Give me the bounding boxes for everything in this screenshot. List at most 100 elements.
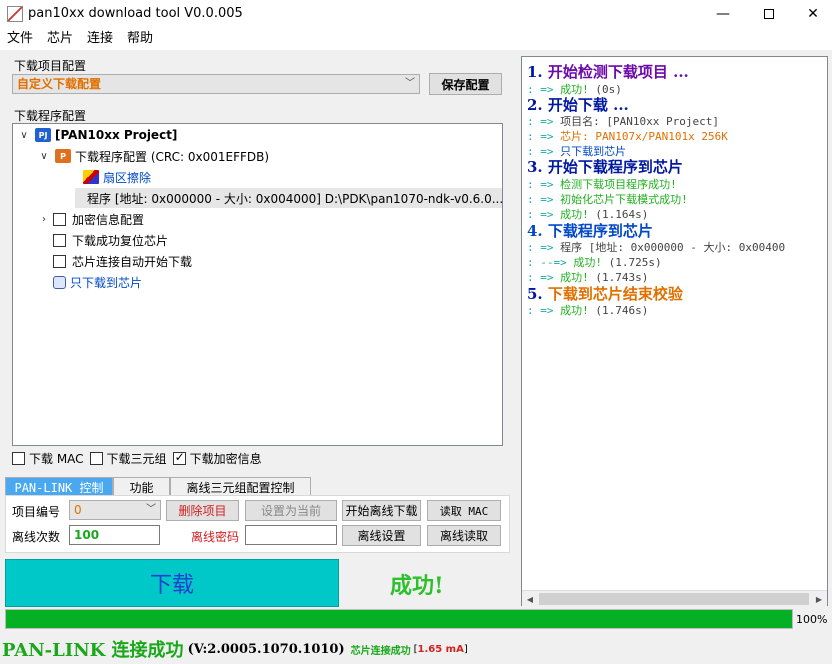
download-encrypt-label: 下载加密信息 [189, 452, 262, 466]
tree-only-chip[interactable]: 只下载到芯片 [53, 272, 142, 292]
expand-icon[interactable]: › [37, 214, 51, 225]
download-mac-checkbox[interactable] [12, 452, 25, 465]
maximize-icon [764, 9, 774, 19]
download-options: 下载 MAC 下载三元组 下载加密信息 [12, 450, 268, 467]
menu-connect[interactable]: 连接 [80, 28, 120, 50]
progress-percent: 100% [796, 613, 828, 626]
project-config-select[interactable]: 自定义下载配置 ﹀ [12, 74, 420, 94]
tree-program[interactable]: 程序 [地址: 0x000000 - 大小: 0x004000] D:\PDK\… [75, 188, 504, 208]
reset-after-checkbox[interactable] [53, 233, 66, 247]
scroll-thumb[interactable] [539, 593, 809, 605]
log-line: : => 检测下载项目程序成功! [527, 178, 677, 191]
tree-only-chip-label: 只下载到芯片 [70, 275, 143, 290]
log-line: 2. 开始下载 ... [527, 94, 629, 115]
tree-config-label: 下载程序配置 (CRC: 0x001EFFDB) [75, 149, 270, 164]
tab-panlink-control[interactable]: PAN-LINK 控制 [5, 477, 113, 496]
title-bar: pan10xx download tool V0.0.005 — ✕ [0, 0, 832, 28]
download-button[interactable]: 下载 [5, 559, 339, 607]
offline-password-field[interactable] [245, 525, 337, 545]
log-line: 1. 开始检测下载项目 ... [527, 63, 689, 81]
log-panel[interactable]: 1. 开始检测下载项目 ... : => 成功! (0s) 2. 开始下载 ..… [521, 56, 828, 606]
chevron-down-icon: ﹀ [405, 78, 415, 89]
log-line: 3. 开始下载程序到芯片 [527, 156, 683, 177]
connection-status: PAN-LINK 连接成功 [2, 640, 184, 661]
log-line: 5. 下载到芯片结束校验 [527, 285, 683, 303]
log-line: : --=> 成功! (1.725s) [527, 256, 662, 269]
minimize-button[interactable]: — [700, 0, 746, 28]
start-offline-download-button[interactable]: 开始离线下载 [342, 500, 421, 521]
menu-file[interactable]: 文件 [0, 28, 40, 50]
tree-program-label: 程序 [地址: 0x000000 - 大小: 0x004000] D:\PDK\… [87, 191, 504, 206]
tree-encrypt[interactable]: › 加密信息配置 [37, 209, 144, 229]
chip-status: 芯片连接成功 [350, 645, 411, 657]
download-encrypt-checkbox[interactable] [172, 450, 186, 465]
status-bar: PAN-LINK 连接成功 (V:2.0005.1070.1010) 芯片连接成… [0, 634, 832, 664]
offline-settings-button[interactable]: 离线设置 [342, 525, 421, 546]
encrypt-checkbox[interactable] [53, 212, 66, 226]
tab-function[interactable]: 功能 [113, 477, 170, 496]
collapse-icon[interactable]: ∨ [37, 151, 51, 162]
offline-count-field[interactable]: 100 [69, 525, 160, 545]
auto-start-checkbox[interactable] [53, 254, 66, 268]
project-no-label: 项目编号 [12, 505, 61, 519]
program-config-icon: P [55, 149, 71, 163]
tree-reset-after[interactable]: 下载成功复位芯片 [51, 230, 168, 250]
tree-root[interactable]: ∨ PJ [PAN10xx Project] [17, 125, 177, 145]
project-no-value: 0 [74, 503, 82, 517]
project-icon: PJ [35, 128, 51, 142]
program-config-label: 下载程序配置 [14, 109, 87, 123]
maximize-button[interactable] [746, 0, 792, 28]
tree-erase-label: 扇区擦除 [103, 170, 152, 185]
chevron-down-icon: ﹀ [146, 504, 156, 515]
offline-read-button[interactable]: 离线读取 [427, 525, 501, 546]
set-current-button[interactable]: 设置为当前 [245, 500, 337, 521]
log-line: : => 项目名: [PAN10xx Project] [527, 115, 719, 128]
project-config-label: 下载项目配置 [14, 59, 87, 73]
program-tree[interactable]: ∨ PJ [PAN10xx Project] ∨ P 下载程序配置 (CRC: … [12, 123, 503, 446]
log-heading-3: 3. 开始下载程序到芯片 [527, 158, 683, 176]
log-heading-4: 4. 下载程序到芯片 [527, 222, 653, 240]
close-button[interactable]: ✕ [790, 0, 832, 28]
log-line: : => 程序 [地址: 0x000000 - 大小: 0x00400 [527, 241, 786, 254]
log-heading-2: 2. 开始下载 ... [527, 96, 629, 114]
result-text: 成功! [390, 573, 444, 599]
firmware-version: (V:2.0005.1070.1010) [187, 641, 345, 657]
eraser-icon [83, 170, 99, 184]
tree-config-node[interactable]: ∨ P 下载程序配置 (CRC: 0x001EFFDB) [37, 146, 269, 166]
delete-project-button[interactable]: 删除项目 [166, 500, 239, 521]
menu-bar: 文件 芯片 连接 帮助 [0, 28, 832, 50]
tree-reset-after-label: 下载成功复位芯片 [72, 233, 169, 248]
download-triple-label: 下载三元组 [106, 452, 167, 466]
current-reading: [1.65 mA] [413, 643, 468, 655]
download-mac-label: 下载 MAC [29, 452, 84, 466]
offline-count-label: 离线次数 [12, 530, 61, 544]
chip-icon [53, 275, 66, 289]
window-title: pan10xx download tool V0.0.005 [28, 6, 243, 21]
menu-help[interactable]: 帮助 [120, 28, 160, 50]
scroll-left-icon[interactable]: ◀ [522, 591, 538, 607]
offline-password-label: 离线密码 [191, 530, 240, 544]
progress-fill [6, 610, 792, 628]
download-triple-checkbox[interactable] [89, 452, 103, 465]
log-line: 4. 下载程序到芯片 [527, 220, 653, 241]
tree-encrypt-label: 加密信息配置 [72, 212, 145, 227]
download-progress-bar [5, 609, 793, 629]
log-heading-5: 下载到芯片结束校验 [547, 285, 683, 303]
log-heading-1: 开始检测下载项目 ... [547, 63, 689, 81]
log-line: : => 初始化芯片下载模式成功! [527, 193, 688, 206]
log-line: : => 芯片: PAN107x/PAN101x 256K [527, 130, 728, 143]
tree-auto-start[interactable]: 芯片连接自动开始下载 [51, 251, 192, 271]
collapse-icon[interactable]: ∨ [17, 130, 31, 141]
tree-root-label: [PAN10xx Project] [55, 128, 178, 142]
tree-erase[interactable]: 扇区擦除 [79, 167, 151, 187]
app-icon [7, 6, 23, 22]
tab-offline-triple[interactable]: 离线三元组配置控制 [170, 477, 311, 496]
save-config-button[interactable]: 保存配置 [429, 73, 502, 95]
log-line: : => 成功! (1.746s) [527, 304, 649, 317]
log-horizontal-scrollbar[interactable]: ◀ ▶ [522, 590, 827, 606]
project-no-select[interactable]: 0 ﹀ [69, 500, 161, 520]
project-config-value: 自定义下载配置 [17, 77, 102, 91]
scroll-right-icon[interactable]: ▶ [811, 591, 827, 607]
read-mac-button[interactable]: 读取 MAC [427, 500, 501, 521]
menu-chip[interactable]: 芯片 [40, 28, 80, 50]
